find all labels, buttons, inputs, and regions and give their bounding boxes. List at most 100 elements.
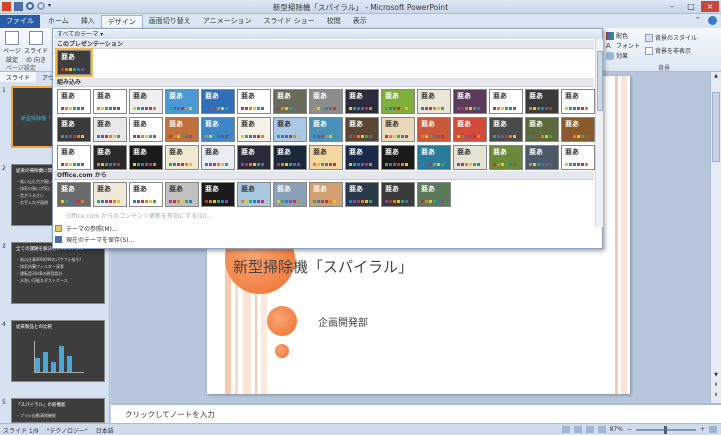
theme-thumbnail[interactable]: 亜あ [201,89,235,114]
slide-thumbnail-4[interactable]: 従来製品との比較 [11,320,105,382]
theme-thumbnail[interactable]: 亜あ [273,182,307,207]
status-language[interactable]: 日本語 [96,426,114,435]
theme-thumbnail[interactable]: 亜あ [129,117,163,142]
theme-thumbnail[interactable]: 亜あ [237,89,271,114]
slide-title[interactable]: 新型掃除機「スパイラル」 [233,256,413,277]
tab-home[interactable]: ホーム [42,15,75,28]
theme-thumbnail[interactable]: 亜あ [453,145,487,170]
fit-slide-icon[interactable] [709,426,717,433]
effects-button[interactable]: 効果 [606,51,628,60]
theme-thumbnail[interactable]: 亜あ [237,182,271,207]
scroll-up-icon[interactable]: ▲ [712,73,720,81]
theme-thumbnail[interactable]: 亜あ [57,182,91,207]
page-setup-button[interactable]: ページ 設定 [3,31,21,64]
menu-browse-themes[interactable]: テーマの参照(M)... [55,224,118,233]
theme-thumbnail[interactable]: 亜あ [57,89,91,114]
theme-thumbnail[interactable]: 亜あ [93,145,127,170]
background-styles-button[interactable]: 背景のスタイル [645,33,697,42]
slide-thumbnail-5[interactable]: 「スパイラル」の新機能 ・ブラシ自動清掃機能 [11,398,105,423]
minimize-ribbon-icon[interactable]: ⌃ [695,16,704,25]
theme-thumbnail[interactable]: 亜あ [129,182,163,207]
tab-review[interactable]: 校閲 [321,15,347,28]
theme-thumbnail[interactable]: 亜あ [93,182,127,207]
theme-thumbnail[interactable]: 亜あ [273,145,307,170]
theme-thumbnail[interactable]: 亜あ [561,89,595,114]
tab-view[interactable]: 表示 [347,15,373,28]
scroll-thumb[interactable] [712,92,720,162]
maximize-button[interactable]: □ [682,1,700,12]
fonts-button[interactable]: A フォント [606,41,640,51]
gallery-scrollbar[interactable] [595,39,603,227]
theme-thumbnail[interactable]: 亜あ [345,182,379,207]
previous-slide-icon[interactable]: ⇞ [712,382,720,390]
next-slide-icon[interactable]: ⇟ [712,392,720,400]
zoom-level[interactable]: 87% [610,426,623,433]
scroll-down-icon[interactable]: ▼ [712,372,720,380]
theme-thumbnail[interactable]: 亜あ [129,89,163,114]
slide-thumbnail-3[interactable]: 全ての課題を解決したスパイラル ・吸込仕事率600Wのパワフル吸引！ ・排気内臓… [11,242,105,304]
zoom-in-icon[interactable]: + [700,426,705,433]
theme-thumbnail[interactable]: 亜あ [93,89,127,114]
theme-thumbnail[interactable]: 亜あ [201,182,235,207]
slideshow-view-icon[interactable] [597,426,606,433]
theme-thumbnail[interactable]: 亜あ [417,117,451,142]
theme-thumbnail[interactable]: 亜あ [561,145,595,170]
theme-thumbnail[interactable]: 亜あ [201,145,235,170]
vertical-scrollbar[interactable]: ▲ ▼ ⇞ ⇟ [710,72,721,403]
zoom-slider-thumb[interactable] [663,425,667,434]
zoom-slider[interactable] [635,425,696,434]
theme-thumbnail[interactable]: 亜あ [489,117,523,142]
theme-thumbnail[interactable]: 亜あ [453,89,487,114]
close-button[interactable]: × [701,1,719,12]
theme-thumbnail[interactable]: 亜あ [309,117,343,142]
gallery-scroll-thumb[interactable] [597,51,603,111]
tab-file[interactable]: ファイル [0,15,40,28]
tab-transitions[interactable]: 画面切り替え [143,15,197,28]
theme-thumbnail[interactable]: 亜あ [273,89,307,114]
theme-thumbnail[interactable]: 亜あ [237,145,271,170]
theme-thumbnail[interactable]: 亜あ [525,117,559,142]
tab-slides[interactable]: スライド [0,72,37,82]
theme-thumbnail[interactable]: 亜あ [237,117,271,142]
theme-thumbnail[interactable]: 亜あ [381,117,415,142]
menu-save-theme[interactable]: 現在のテーマを保存(S)... [55,235,134,244]
theme-thumbnail[interactable]: 亜あ [417,89,451,114]
slide-orientation-button[interactable]: スライドの 向き [23,31,49,64]
reading-view-icon[interactable] [585,426,594,433]
notes-pane[interactable]: クリックしてノートを入力 [111,403,721,423]
tab-animations[interactable]: アニメーション [197,15,258,28]
theme-thumbnail[interactable]: 亜あ [489,89,523,114]
theme-thumbnail[interactable]: 亜あ [55,48,93,77]
theme-thumbnail[interactable]: 亜あ [93,117,127,142]
theme-thumbnail[interactable]: 亜あ [165,89,199,114]
theme-thumbnail[interactable]: 亜あ [57,117,91,142]
theme-thumbnail[interactable]: 亜あ [561,117,595,142]
theme-thumbnail[interactable]: 亜あ [129,145,163,170]
gallery-filter-header[interactable]: すべてのテーマ ▾ [54,30,602,39]
theme-thumbnail[interactable]: 亜あ [525,89,559,114]
tab-design[interactable]: デザイン [100,15,143,28]
minimize-button[interactable]: – [663,1,681,12]
theme-thumbnail[interactable]: 亜あ [453,117,487,142]
hide-background-checkbox[interactable]: 背景を非表示 [645,46,691,55]
theme-thumbnail[interactable]: 亜あ [273,117,307,142]
normal-view-icon[interactable] [561,426,570,433]
theme-thumbnail[interactable]: 亜あ [309,89,343,114]
theme-thumbnail[interactable]: 亜あ [309,145,343,170]
theme-thumbnail[interactable]: 亜あ [201,117,235,142]
theme-thumbnail[interactable]: 亜あ [345,145,379,170]
theme-thumbnail[interactable]: 亜あ [417,145,451,170]
theme-thumbnail[interactable]: 亜あ [345,89,379,114]
theme-thumbnail[interactable]: 亜あ [381,145,415,170]
tab-slideshow[interactable]: スライド ショー [258,15,321,28]
tab-insert[interactable]: 挿入 [75,15,101,28]
theme-thumbnail[interactable]: 亜あ [381,182,415,207]
theme-thumbnail[interactable]: 亜あ [489,145,523,170]
theme-thumbnail[interactable]: 亜あ [309,182,343,207]
slide-sorter-icon[interactable] [573,426,582,433]
theme-thumbnail[interactable]: 亜あ [417,182,451,207]
theme-thumbnail[interactable]: 亜あ [345,117,379,142]
slide-subtitle[interactable]: 企画開発部 [318,314,368,329]
theme-thumbnail[interactable]: 亜あ [525,145,559,170]
theme-thumbnail[interactable]: 亜あ [165,117,199,142]
